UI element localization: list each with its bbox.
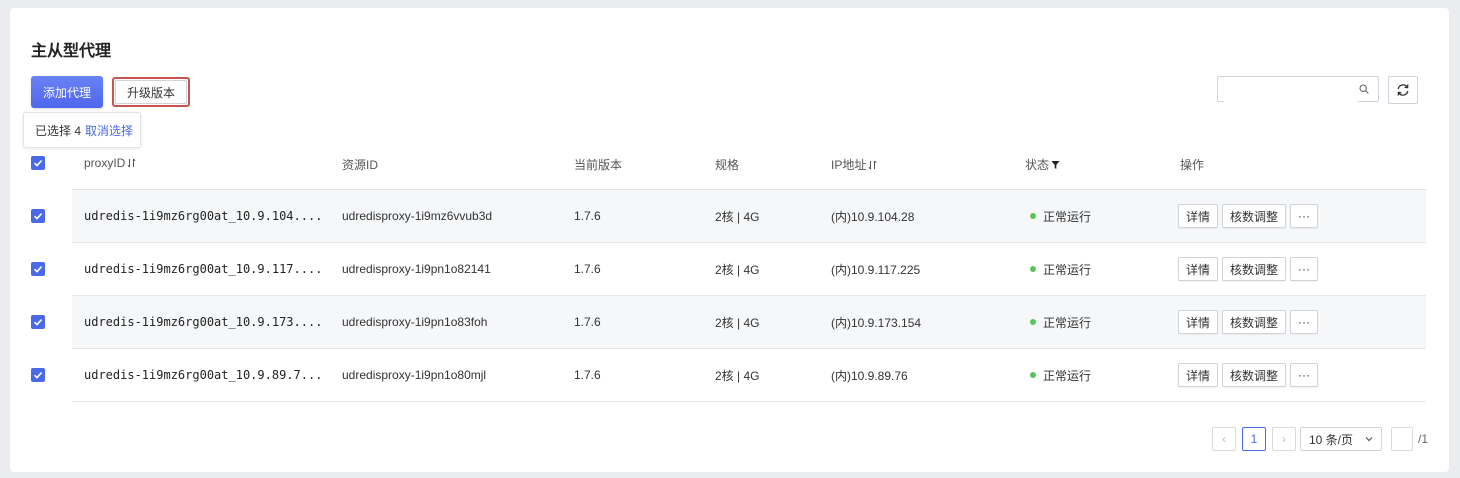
status-text: 正常运行 xyxy=(1043,209,1092,224)
row-actions: 详情 核数调整 ··· xyxy=(1178,296,1322,348)
status-dot xyxy=(1030,372,1036,378)
chevron-down-icon xyxy=(1365,437,1373,442)
proxy-id: udredis-1i9mz6rg00at_10.9.173.... xyxy=(84,315,323,329)
table-row: udredis-1i9mz6rg00at_10.9.117.... udredi… xyxy=(72,243,1426,296)
spec: 2核 | 4G xyxy=(715,209,760,224)
column-header-resource-id: 资源ID xyxy=(342,158,379,172)
ip-address: (内)10.9.89.76 xyxy=(831,368,908,383)
detail-button[interactable]: 详情 xyxy=(1178,310,1218,334)
selection-tooltip: 已选择 4 取消选择 xyxy=(23,112,141,148)
check-icon xyxy=(33,319,43,326)
status-text: 正常运行 xyxy=(1043,368,1092,383)
refresh-icon xyxy=(1397,84,1409,96)
table-row: udredis-1i9mz6rg00at_10.9.89.7... udredi… xyxy=(72,349,1426,402)
row-actions: 详情 核数调整 ··· xyxy=(1178,190,1322,242)
resize-cores-button[interactable]: 核数调整 xyxy=(1222,204,1286,228)
refresh-button[interactable] xyxy=(1388,76,1418,104)
column-header-version: 当前版本 xyxy=(574,158,623,172)
selection-count: 已选择 4 xyxy=(35,123,82,138)
sort-icon[interactable] xyxy=(868,160,877,170)
column-header-actions: 操作 xyxy=(1180,158,1205,172)
more-actions-button[interactable]: ··· xyxy=(1290,204,1318,228)
check-icon xyxy=(33,213,43,220)
column-header-spec: 规格 xyxy=(715,158,740,172)
row-checkbox[interactable] xyxy=(31,368,45,382)
column-header-status[interactable]: 状态 xyxy=(1025,156,1060,173)
detail-button[interactable]: 详情 xyxy=(1178,363,1218,387)
search-box xyxy=(1217,76,1379,102)
check-icon xyxy=(33,160,43,167)
row-checkbox[interactable] xyxy=(31,315,45,329)
proxy-id: udredis-1i9mz6rg00at_10.9.104.... xyxy=(84,209,323,223)
add-proxy-button[interactable]: 添加代理 xyxy=(31,76,103,108)
status: 正常运行 xyxy=(1030,243,1091,295)
check-icon xyxy=(33,266,43,273)
search-icon[interactable] xyxy=(1359,84,1369,94)
row-actions: 详情 核数调整 ··· xyxy=(1178,243,1322,295)
ip-address: (内)10.9.104.28 xyxy=(831,209,915,224)
resize-cores-button[interactable]: 核数调整 xyxy=(1222,310,1286,334)
page-size-value: 10 条/页 xyxy=(1309,432,1354,447)
column-header-ip[interactable]: IP地址 xyxy=(831,156,877,173)
detail-button[interactable]: 详情 xyxy=(1178,257,1218,281)
resource-id: udredisproxy-1i9mz6vvub3d xyxy=(342,209,493,223)
resize-cores-button[interactable]: 核数调整 xyxy=(1222,257,1286,281)
sort-icon[interactable] xyxy=(127,158,136,168)
page-size-select[interactable]: 10 条/页 xyxy=(1300,427,1382,451)
page-jump-input[interactable] xyxy=(1391,427,1413,451)
total-pages: /1 xyxy=(1417,432,1428,446)
spec: 2核 | 4G xyxy=(715,368,760,383)
resize-cores-button[interactable]: 核数调整 xyxy=(1222,363,1286,387)
upgrade-version-button[interactable]: 升级版本 xyxy=(115,80,187,104)
resource-id: udredisproxy-1i9pn1o82141 xyxy=(342,262,491,276)
proxy-id: udredis-1i9mz6rg00at_10.9.117.... xyxy=(84,262,323,276)
select-all-checkbox[interactable] xyxy=(31,156,45,170)
row-checkbox[interactable] xyxy=(31,209,45,223)
version: 1.7.6 xyxy=(574,315,601,329)
status: 正常运行 xyxy=(1030,190,1091,242)
version: 1.7.6 xyxy=(574,368,601,382)
more-actions-button[interactable]: ··· xyxy=(1290,257,1318,281)
status: 正常运行 xyxy=(1030,349,1091,401)
status-dot xyxy=(1030,266,1036,272)
page-1-button[interactable]: 1 xyxy=(1242,427,1266,451)
table-row: udredis-1i9mz6rg00at_10.9.104.... udredi… xyxy=(72,190,1426,243)
spec: 2核 | 4G xyxy=(715,262,760,277)
status-text: 正常运行 xyxy=(1043,262,1092,277)
next-page-button[interactable]: › xyxy=(1272,427,1296,451)
column-header-proxyid[interactable]: proxyID xyxy=(84,156,136,170)
status: 正常运行 xyxy=(1030,296,1091,348)
resource-id: udredisproxy-1i9pn1o80mjl xyxy=(342,368,487,382)
main-card: 主从型代理 添加代理 升级版本 已选择 4 取消选择 proxyID 资源ID … xyxy=(10,8,1449,472)
ip-address: (内)10.9.173.154 xyxy=(831,315,922,330)
row-actions: 详情 核数调整 ··· xyxy=(1178,349,1322,401)
version: 1.7.6 xyxy=(574,262,601,276)
row-checkbox[interactable] xyxy=(31,262,45,276)
prev-page-button[interactable]: ‹ xyxy=(1212,427,1236,451)
resource-id: udredisproxy-1i9pn1o83foh xyxy=(342,315,488,329)
cancel-selection-link[interactable]: 取消选择 xyxy=(85,122,133,139)
search-input[interactable] xyxy=(1224,78,1358,102)
filter-icon[interactable] xyxy=(1051,160,1060,170)
more-actions-button[interactable]: ··· xyxy=(1290,310,1318,334)
proxy-id: udredis-1i9mz6rg00at_10.9.89.7... xyxy=(84,368,323,382)
table-row: udredis-1i9mz6rg00at_10.9.173.... udredi… xyxy=(72,296,1426,349)
status-dot xyxy=(1030,213,1036,219)
ip-address: (内)10.9.117.225 xyxy=(831,262,921,277)
version: 1.7.6 xyxy=(574,209,601,223)
status-dot xyxy=(1030,319,1036,325)
check-icon xyxy=(33,372,43,379)
detail-button[interactable]: 详情 xyxy=(1178,204,1218,228)
spec: 2核 | 4G xyxy=(715,315,760,330)
more-actions-button[interactable]: ··· xyxy=(1290,363,1318,387)
page-title: 主从型代理 xyxy=(31,43,112,60)
status-text: 正常运行 xyxy=(1043,315,1092,330)
